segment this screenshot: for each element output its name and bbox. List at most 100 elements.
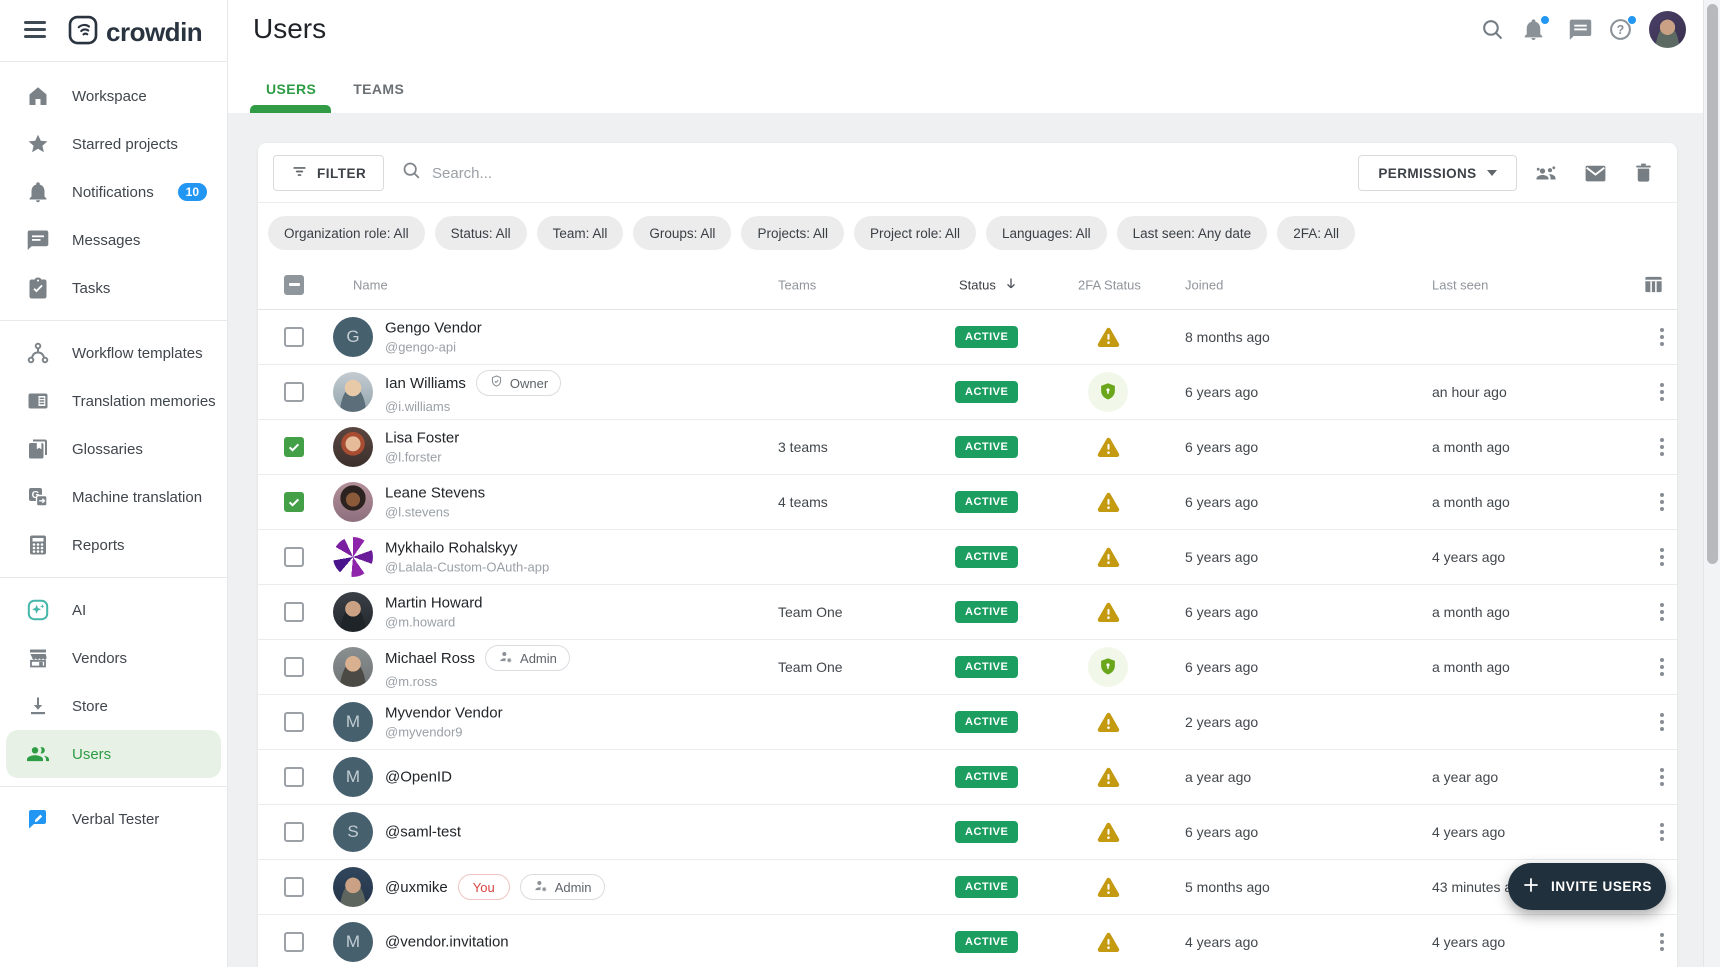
row-checkbox[interactable] (284, 767, 304, 787)
column-header-last-seen[interactable]: Last seen (1432, 277, 1488, 292)
filter-chip[interactable]: Projects: All (741, 216, 844, 250)
sidebar-item-glossaries[interactable]: Glossaries (0, 425, 227, 473)
sidebar-item-messages[interactable]: Messages (0, 216, 227, 264)
column-settings-icon[interactable] (1642, 273, 1666, 297)
user-name[interactable]: Myvendor Vendor (385, 705, 503, 722)
help-icon[interactable]: ? (1608, 17, 1634, 43)
teams-link[interactable]: Team One (778, 604, 843, 620)
table-row[interactable]: @uxmike You Admin ACTIVE 5 months ago (258, 860, 1677, 915)
row-checkbox[interactable] (284, 327, 304, 347)
row-menu-button[interactable] (1648, 433, 1676, 461)
scrollbar-thumb[interactable] (1707, 4, 1718, 564)
user-name[interactable]: Mykhailo Rohalskyy (385, 540, 518, 557)
tab-users[interactable]: USERS (266, 81, 316, 113)
notifications-bell-icon[interactable] (1521, 17, 1547, 43)
column-header-2fa[interactable]: 2FA Status (1078, 277, 1141, 292)
column-header-status[interactable]: Status (959, 275, 1019, 294)
row-checkbox[interactable] (284, 382, 304, 402)
row-checkbox[interactable] (284, 877, 304, 897)
row-menu-button[interactable] (1648, 543, 1676, 571)
sidebar-item-vendors[interactable]: Vendors (0, 634, 227, 682)
sidebar-item-users[interactable]: Users (6, 730, 221, 778)
sidebar-item-translation-memories[interactable]: Translation memories (0, 377, 227, 425)
row-checkbox[interactable] (284, 712, 304, 732)
table-row[interactable]: M @OpenID ACTIVE a year ago a year ago (258, 750, 1677, 805)
sidebar-item-reports[interactable]: Reports (0, 521, 227, 569)
row-menu-button[interactable] (1648, 928, 1676, 956)
invite-users-button[interactable]: INVITE USERS (1508, 863, 1666, 910)
sidebar-item-notifications[interactable]: Notifications 10 (0, 168, 227, 216)
user-name[interactable]: Ian Williams (385, 375, 466, 392)
table-row[interactable]: M Myvendor Vendor @myvendor9 ACTIVE 2 ye… (258, 695, 1677, 750)
row-checkbox[interactable] (284, 492, 304, 512)
teams-link[interactable]: 4 teams (778, 494, 828, 510)
row-menu-button[interactable] (1648, 763, 1676, 791)
filter-button[interactable]: FILTER (273, 155, 384, 191)
filter-chip[interactable]: Project role: All (854, 216, 976, 250)
user-name[interactable]: @uxmike (385, 879, 448, 896)
row-checkbox[interactable] (284, 932, 304, 952)
envelope-icon[interactable] (1583, 161, 1607, 185)
table-row[interactable]: S @saml-test ACTIVE 6 years ago 4 years … (258, 805, 1677, 860)
row-checkbox[interactable] (284, 822, 304, 842)
table-row[interactable]: G Gengo Vendor @gengo-api ACTIVE 8 month… (258, 310, 1677, 365)
table-row[interactable]: Leane Stevens @l.stevens 4 teams ACTIVE … (258, 475, 1677, 530)
user-name[interactable]: Lisa Foster (385, 430, 459, 447)
filter-chip[interactable]: 2FA: All (1277, 216, 1355, 250)
scrollbar[interactable] (1703, 0, 1720, 967)
row-menu-button[interactable] (1648, 653, 1676, 681)
messages-icon[interactable] (1568, 17, 1594, 43)
row-menu-button[interactable] (1648, 598, 1676, 626)
row-checkbox[interactable] (284, 547, 304, 567)
filter-chip[interactable]: Status: All (435, 216, 527, 250)
filter-chip[interactable]: Groups: All (633, 216, 731, 250)
user-name[interactable]: Leane Stevens (385, 485, 485, 502)
row-menu-button[interactable] (1648, 323, 1676, 351)
menu-icon[interactable] (24, 21, 46, 39)
row-menu-button[interactable] (1648, 818, 1676, 846)
sidebar-item-verbal-tester[interactable]: Verbal Tester (0, 795, 227, 843)
filter-chip[interactable]: Team: All (537, 216, 624, 250)
sidebar-item-store[interactable]: Store (0, 682, 227, 730)
user-avatar[interactable] (1649, 11, 1686, 48)
filter-chip[interactable]: Languages: All (986, 216, 1107, 250)
tab-teams[interactable]: TEAMS (353, 81, 404, 113)
sidebar-item-workspace[interactable]: Workspace (0, 72, 227, 120)
permissions-dropdown[interactable]: PERMISSIONS (1358, 155, 1517, 191)
row-checkbox[interactable] (284, 602, 304, 622)
table-row[interactable]: Martin Howard @m.howard Team One ACTIVE … (258, 585, 1677, 640)
select-all-checkbox[interactable] (284, 275, 304, 295)
column-header-teams[interactable]: Teams (778, 277, 816, 292)
row-menu-button[interactable] (1648, 378, 1676, 406)
column-header-joined[interactable]: Joined (1185, 277, 1223, 292)
row-checkbox[interactable] (284, 657, 304, 677)
row-menu-button[interactable] (1648, 488, 1676, 516)
crowdin-logo[interactable]: crowdin (68, 15, 202, 50)
table-row[interactable]: Michael Ross Admin @m.ross Team One ACTI… (258, 640, 1677, 695)
group-icon[interactable] (1534, 161, 1558, 185)
table-row[interactable]: Lisa Foster @l.forster 3 teams ACTIVE 6 … (258, 420, 1677, 475)
row-menu-button[interactable] (1648, 708, 1676, 736)
filter-chip[interactable]: Last seen: Any date (1117, 216, 1268, 250)
user-name[interactable]: Michael Ross (385, 650, 475, 667)
search-icon[interactable] (1480, 17, 1506, 43)
sidebar-item-machine-translation[interactable]: G Machine translation (0, 473, 227, 521)
teams-link[interactable]: Team One (778, 659, 843, 675)
sidebar-item-tasks[interactable]: Tasks (0, 264, 227, 312)
sidebar-item-starred-projects[interactable]: Starred projects (0, 120, 227, 168)
row-checkbox[interactable] (284, 437, 304, 457)
teams-link[interactable]: 3 teams (778, 439, 828, 455)
user-name[interactable]: Gengo Vendor (385, 320, 482, 337)
trash-icon[interactable] (1632, 161, 1656, 185)
sidebar-item-workflow-templates[interactable]: Workflow templates (0, 329, 227, 377)
filter-chip[interactable]: Organization role: All (268, 216, 425, 250)
search-input[interactable] (432, 165, 732, 182)
user-name[interactable]: @vendor.invitation (385, 934, 509, 951)
table-row[interactable]: Mykhailo Rohalskyy @Lalala-Custom-OAuth-… (258, 530, 1677, 585)
column-header-name[interactable]: Name (353, 277, 388, 292)
user-name[interactable]: @OpenID (385, 769, 452, 786)
user-name[interactable]: @saml-test (385, 824, 461, 841)
user-name[interactable]: Martin Howard (385, 595, 483, 612)
table-row[interactable]: M @vendor.invitation ACTIVE 4 years ago … (258, 915, 1677, 967)
sidebar-item-ai[interactable]: AI (0, 586, 227, 634)
